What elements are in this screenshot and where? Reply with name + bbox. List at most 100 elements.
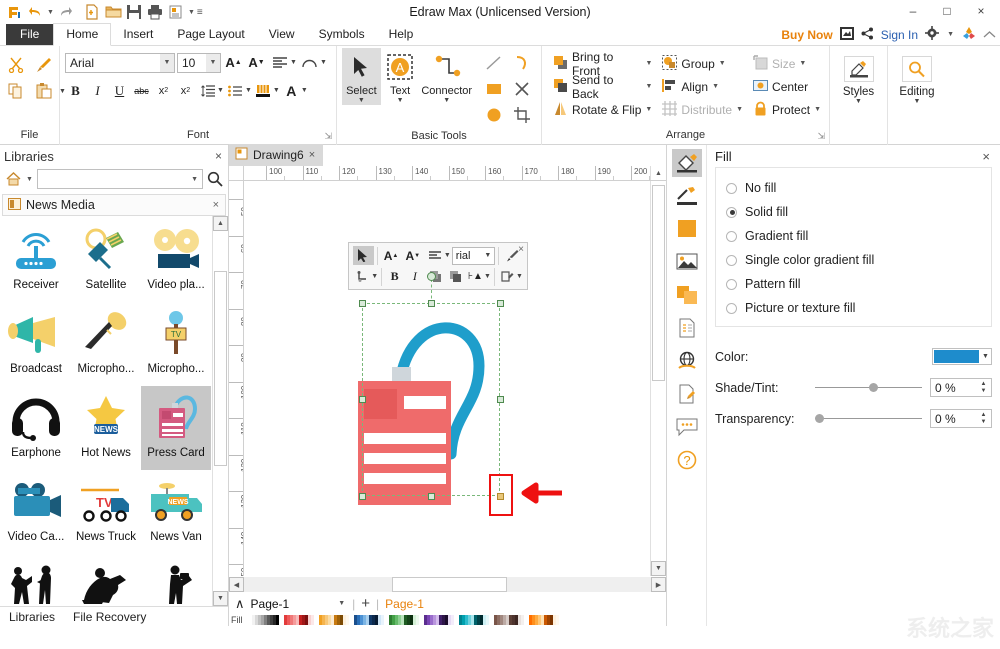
library-group-news-media[interactable]: News Media × <box>2 194 226 216</box>
comment-icon[interactable] <box>672 413 702 441</box>
shade-tint-knob[interactable] <box>868 382 878 392</box>
protect-caret[interactable]: ▼ <box>814 106 821 113</box>
fill-color-caret[interactable]: ▼ <box>980 353 991 360</box>
library-search-input[interactable]: ▼ <box>36 169 203 189</box>
shade-tint-spinner-arrows[interactable]: ▲ ▼ <box>978 381 991 395</box>
mini-send-back-button[interactable] <box>446 267 465 286</box>
mini-connector-caret[interactable]: ▼ <box>371 273 378 280</box>
cut-button[interactable] <box>5 54 27 76</box>
transparency-knob[interactable] <box>815 413 824 423</box>
superscript-button[interactable]: x2 <box>175 80 196 101</box>
tab-libraries[interactable]: Libraries <box>0 608 64 626</box>
document-tab-close-icon[interactable]: × <box>309 149 315 161</box>
buy-now-button[interactable]: Buy Now <box>781 28 832 42</box>
editing-button[interactable]: Editing ▼ <box>893 50 941 105</box>
list-item[interactable]: Taking Ph... <box>141 554 211 606</box>
shadow-layers-icon[interactable] <box>672 281 702 309</box>
format-painter-button[interactable] <box>33 54 55 76</box>
mini-connector-button[interactable] <box>353 267 372 286</box>
document-tab-drawing6[interactable]: Drawing6 × <box>229 144 324 166</box>
text-align-button[interactable] <box>269 52 290 73</box>
more-commands-icon[interactable]: ≡ <box>196 7 204 18</box>
strikethrough-button[interactable]: abc <box>131 80 152 101</box>
library-home-icon[interactable] <box>4 170 22 188</box>
print-icon[interactable] <box>145 2 166 22</box>
text-tool-caret[interactable]: ▼ <box>397 97 404 105</box>
redo-icon[interactable] <box>55 2 76 22</box>
text-highlight-button[interactable] <box>253 80 274 101</box>
canvas-scroll-right-button[interactable]: ▶ <box>651 577 666 592</box>
search-icon[interactable] <box>206 170 224 188</box>
tab-file-recovery[interactable]: File Recovery <box>64 608 155 626</box>
font-size-combo[interactable]: 10 ▼ <box>177 52 221 73</box>
mini-font-family-caret[interactable]: ▼ <box>484 252 494 259</box>
fill-option-gradient-fill[interactable]: Gradient fill <box>726 224 981 248</box>
list-item-press-card[interactable]: Press Card <box>141 386 211 470</box>
rotate-and-flip-caret[interactable]: ▼ <box>645 106 652 113</box>
bullet-list-button[interactable] <box>225 80 246 101</box>
close-button[interactable]: × <box>964 0 998 22</box>
fill-option-solid-fill[interactable]: Solid fill <box>726 200 981 224</box>
select-tool-caret[interactable]: ▼ <box>358 97 365 105</box>
selection-handle-sw[interactable] <box>359 493 366 500</box>
tab-symbols[interactable]: Symbols <box>307 24 377 45</box>
list-item[interactable]: Satellite <box>71 218 141 302</box>
sign-in-button[interactable]: Sign In <box>881 28 918 42</box>
canvas-horizontal-scrollbar[interactable]: ◀ ▶ <box>229 576 666 593</box>
page-edit-icon[interactable] <box>672 380 702 408</box>
line-spacing-button[interactable] <box>197 80 218 101</box>
curved-text-caret[interactable]: ▼ <box>320 59 327 66</box>
subscript-button[interactable]: x2 <box>153 80 174 101</box>
fill-bucket-icon[interactable] <box>671 149 702 177</box>
page-collapse-icon[interactable]: ∧ <box>235 596 245 612</box>
shade-tint-slider[interactable] <box>815 381 922 395</box>
text-highlight-caret[interactable]: ▼ <box>273 87 280 94</box>
canvas-vertical-scrollbar[interactable]: ▼ <box>650 181 666 576</box>
font-color-button[interactable]: A <box>281 80 302 101</box>
crop-shape[interactable] <box>508 102 536 128</box>
library-scrollbar[interactable]: ▲ ▼ <box>212 216 228 606</box>
list-item[interactable]: Video Ca... <box>1 470 71 554</box>
radio-pattern-fill[interactable] <box>726 278 737 290</box>
radio-no-fill[interactable] <box>726 182 737 194</box>
send-to-back-button[interactable]: Send to Back ▼ <box>550 73 655 101</box>
edraw-logo-icon[interactable] <box>4 2 25 22</box>
picture-icon[interactable] <box>672 248 702 276</box>
line-shape[interactable] <box>480 50 508 76</box>
color-palette-strip[interactable] <box>249 615 559 625</box>
page-selector[interactable]: Page-1 <box>251 597 290 611</box>
canvas-scroll-down-button[interactable]: ▼ <box>651 561 666 576</box>
tab-help[interactable]: Help <box>377 24 426 45</box>
font-color-caret[interactable]: ▼ <box>301 87 308 94</box>
help-icon[interactable]: ? <box>672 446 702 474</box>
align-caret[interactable]: ▼ <box>712 83 719 90</box>
fill-option-pattern-fill[interactable]: Pattern fill <box>726 272 981 296</box>
selection-handle-e[interactable] <box>497 396 504 403</box>
canvas-hscroll-track[interactable] <box>244 577 651 592</box>
rotation-handle[interactable] <box>427 272 436 281</box>
mini-edit-shape-caret[interactable]: ▼ <box>516 273 523 280</box>
font-family-combo[interactable]: Arial ▼ <box>65 52 175 73</box>
selection-handle-nw[interactable] <box>359 300 366 307</box>
italic-button[interactable]: I <box>87 80 108 101</box>
styles-caret[interactable]: ▼ <box>855 98 862 105</box>
collapse-ribbon-icon[interactable] <box>983 28 996 42</box>
mini-shrink-font-button[interactable]: A ▼ <box>402 246 423 265</box>
share-icon[interactable] <box>861 27 874 43</box>
customize-caret[interactable]: ▼ <box>187 9 196 16</box>
undo-dropdown-caret[interactable]: ▼ <box>46 9 55 16</box>
radio-picture-or-texture-fill[interactable] <box>726 302 737 314</box>
palette-swatch[interactable] <box>556 615 559 625</box>
open-folder-icon[interactable] <box>103 2 124 22</box>
arrange-dialog-launcher[interactable]: ⇲ <box>817 128 825 144</box>
tab-file[interactable]: File <box>6 24 54 45</box>
mini-select-tool[interactable] <box>353 246 374 265</box>
selection-handle-n[interactable] <box>428 300 435 307</box>
mini-align-text-button[interactable]: ⊦▲ <box>466 267 485 286</box>
underline-button[interactable]: U <box>109 80 130 101</box>
drawing-canvas[interactable]: × A ▲ A ▼ ▼ rial ▼ ▼ B I ⊦▲ ▼ ▼ <box>244 181 650 576</box>
font-size-caret[interactable]: ▼ <box>206 53 220 72</box>
list-item[interactable]: Video pla... <box>141 218 211 302</box>
selection-handle-s[interactable] <box>428 493 435 500</box>
group-caret[interactable]: ▼ <box>719 60 726 67</box>
